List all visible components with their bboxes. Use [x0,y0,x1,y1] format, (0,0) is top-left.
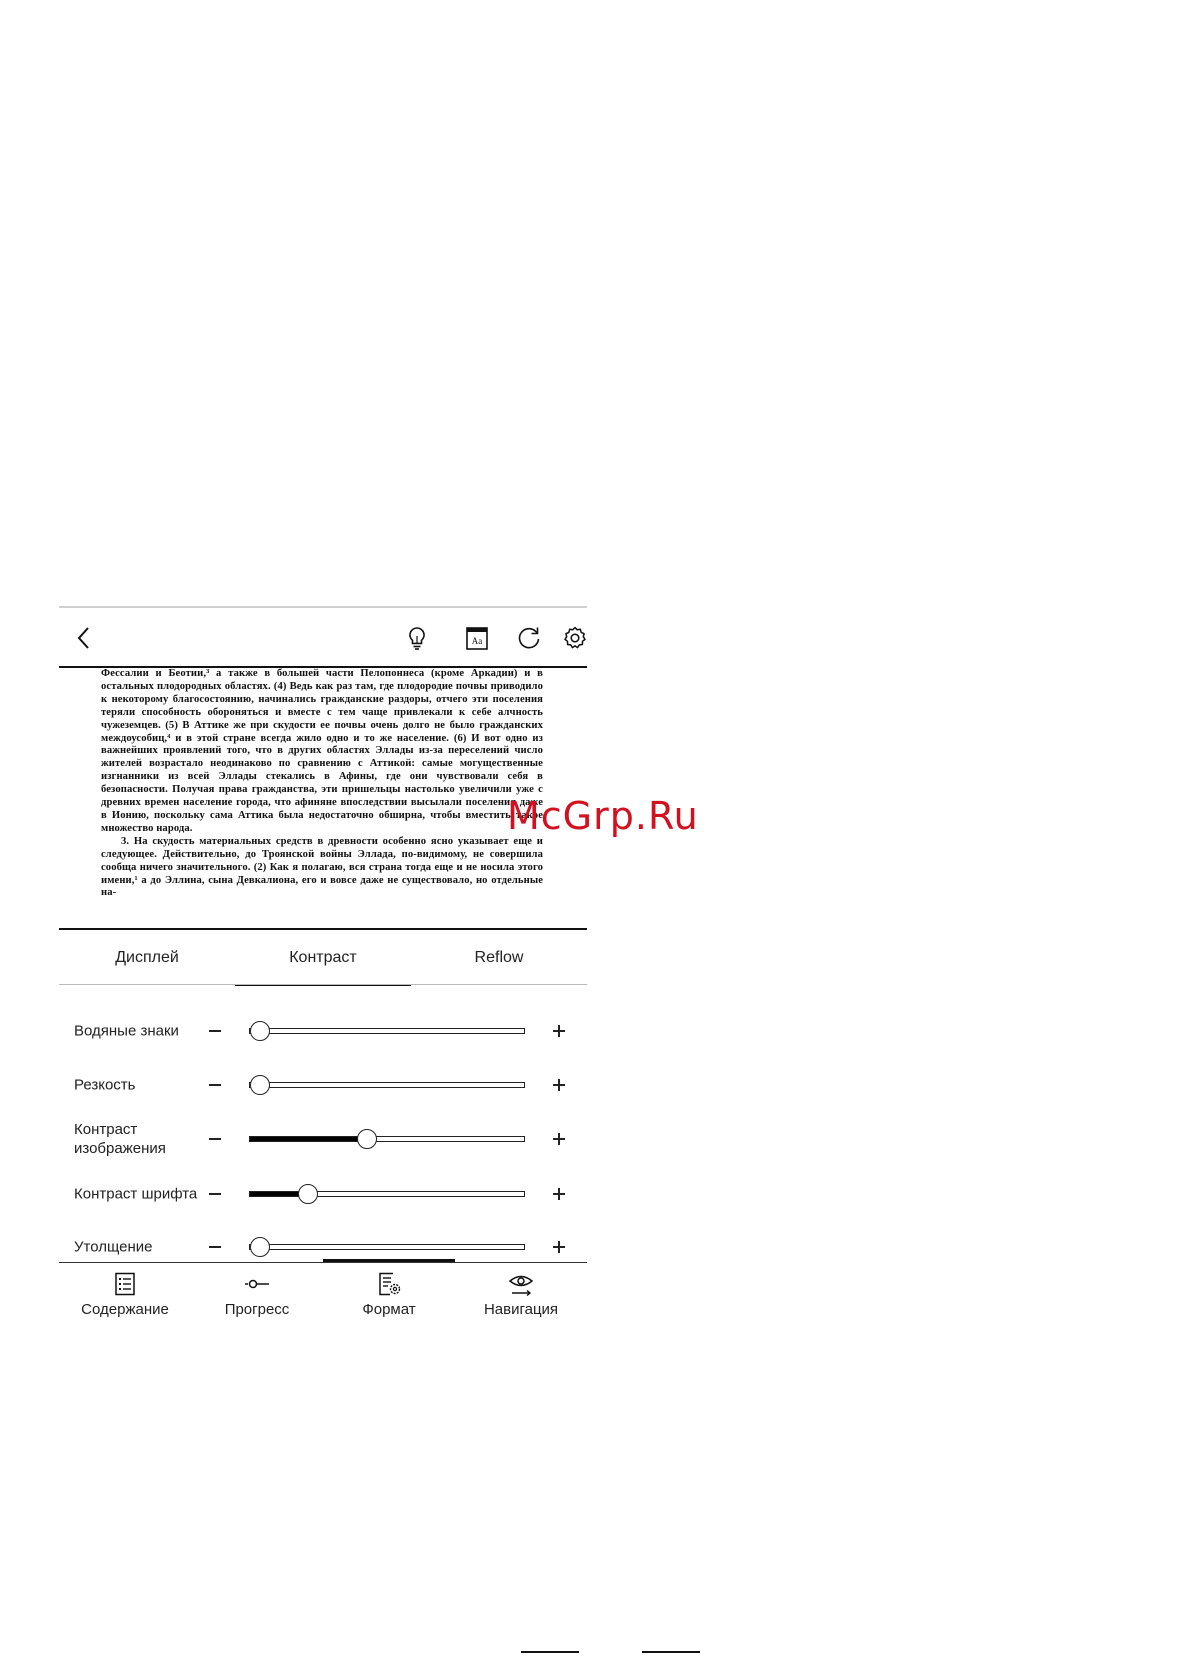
watermark-text: McGrp.Ru [507,794,699,838]
book-page[interactable]: Фессалии и Беотии,³ а также в большей ча… [59,656,587,912]
page-paragraph: 3. На скудость материальных средств в др… [101,835,543,899]
nav-format[interactable]: Формат [323,1263,455,1325]
bulb-icon[interactable] [397,618,437,658]
nav-label: Содержание [81,1301,169,1318]
tabs-divider [59,984,587,985]
slider-label: Резкость [74,1076,136,1094]
slider-row-watermarks: Водяные знаки [59,1008,587,1054]
plus-button[interactable] [549,1129,569,1149]
tab-display[interactable]: Дисплей [59,930,235,986]
nav-progress[interactable]: Прогресс [191,1263,323,1325]
minus-button[interactable] [205,1021,225,1041]
top-divider [59,606,587,608]
slider-row-font-contrast: Контраст шрифта [59,1171,587,1217]
gear-icon[interactable] [555,618,595,658]
slider-label: Контраст изображения [74,1121,166,1157]
back-icon[interactable] [65,618,105,658]
eye-icon [508,1275,534,1297]
slider-thumb[interactable] [250,1021,270,1041]
footer-line [642,1651,700,1653]
format-tabs: Дисплей Контраст Reflow [59,930,587,986]
minus-button[interactable] [205,1184,225,1204]
slider-label: Водяные знаки [74,1022,179,1040]
nav-label: Прогресс [224,1301,290,1318]
slider-label: Утолщение [74,1238,153,1256]
nav-contents[interactable]: Содержание [59,1263,191,1325]
minus-button[interactable] [205,1237,225,1257]
slider-track[interactable] [249,1129,525,1149]
refresh-icon[interactable] [509,618,549,658]
list-icon [115,1272,135,1296]
slider-thumb[interactable] [250,1237,270,1257]
slider-track[interactable] [249,1075,525,1095]
plus-button[interactable] [549,1021,569,1041]
font-book-icon[interactable]: Aa [457,618,497,658]
nav-label: Навигация [483,1301,559,1318]
slider-track[interactable] [249,1237,525,1257]
minus-button[interactable] [205,1075,225,1095]
plus-button[interactable] [549,1237,569,1257]
slider-track[interactable] [249,1184,525,1204]
slider-track[interactable] [249,1021,525,1041]
nav-navigation[interactable]: Навигация [455,1263,587,1325]
format-settings-icon [379,1272,401,1296]
bottom-nav: Содержание Прогресс Формат Навигация [59,1263,587,1325]
slider-thumb[interactable] [250,1075,270,1095]
tab-reflow[interactable]: Reflow [411,930,587,986]
minus-button[interactable] [205,1129,225,1149]
plus-button[interactable] [549,1184,569,1204]
slider-row-sharpness: Резкость [59,1062,587,1108]
page-paragraph: Фессалии и Беотии,³ а также в большей ча… [101,668,543,834]
slider-fill [250,1192,303,1196]
nav-label: Формат [362,1301,416,1318]
slider-row-image-contrast: Контраст изображения [59,1116,587,1162]
reader-screen: Aa Фессалии и Беотии,³ а также в большей… [59,606,587,1326]
plus-button[interactable] [549,1075,569,1095]
reader-toolbar: Aa [59,618,587,668]
slider-thumb[interactable] [356,1129,377,1149]
slider-fill [250,1137,366,1141]
progress-icon [245,1279,269,1289]
footer-line [521,1651,579,1653]
slider-thumb[interactable] [298,1184,319,1204]
tab-contrast[interactable]: Контраст [235,930,411,986]
font-icon-text: Aa [472,636,483,646]
slider-label: Контраст шрифта [74,1185,198,1203]
